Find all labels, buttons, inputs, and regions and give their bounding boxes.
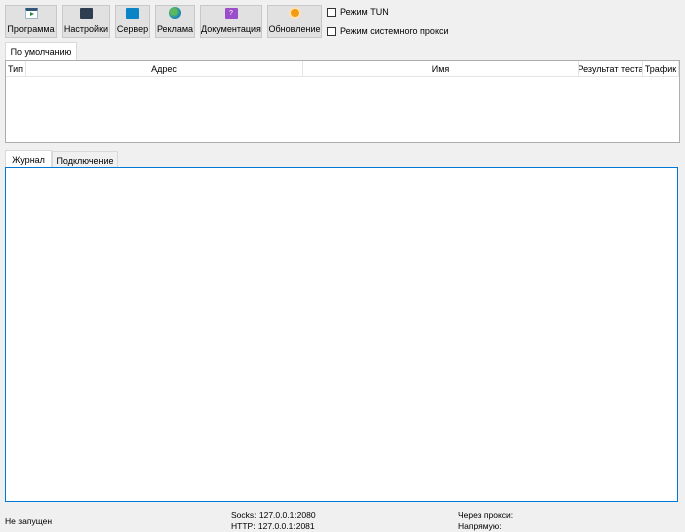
checkbox-icon: [327, 26, 336, 36]
system-proxy-checkbox[interactable]: Режим системного прокси: [327, 26, 449, 36]
column-test-result[interactable]: Результат теста: [579, 61, 643, 76]
globe-icon: [169, 7, 181, 19]
tun-mode-checkbox[interactable]: Режим TUN: [327, 7, 389, 17]
direct-traffic: Напрямую:: [458, 521, 502, 531]
server-folder-icon: [126, 8, 139, 19]
proxy-traffic: Через прокси:: [458, 510, 514, 520]
log-output[interactable]: [5, 167, 678, 502]
table-header: Тип Адрес Имя Результат теста Трафик: [6, 61, 679, 77]
column-type[interactable]: Тип: [6, 61, 26, 76]
ads-button[interactable]: Реклама: [155, 5, 195, 38]
update-icon: [288, 7, 301, 19]
status-state: Не запущен: [5, 516, 53, 526]
http-address: HTTP: 127.0.0.1:2081: [231, 521, 315, 531]
server-button[interactable]: Сервер: [115, 5, 150, 38]
column-name[interactable]: Имя: [303, 61, 579, 76]
column-address[interactable]: Адрес: [26, 61, 303, 76]
tab-default-group[interactable]: По умолчанию: [5, 42, 77, 61]
column-traffic[interactable]: Трафик: [643, 61, 679, 76]
program-button[interactable]: Программа: [5, 5, 57, 38]
help-icon: ?: [224, 8, 238, 19]
socks-address: Socks: 127.0.0.1:2080: [231, 510, 316, 520]
settings-icon: [79, 8, 93, 19]
checkbox-icon: [327, 7, 336, 17]
program-icon: [24, 8, 38, 19]
server-table[interactable]: Тип Адрес Имя Результат теста Трафик: [5, 60, 680, 143]
documentation-button[interactable]: ? Документация: [200, 5, 262, 38]
update-button[interactable]: Обновление: [267, 5, 322, 38]
settings-button[interactable]: Настройки: [62, 5, 110, 38]
